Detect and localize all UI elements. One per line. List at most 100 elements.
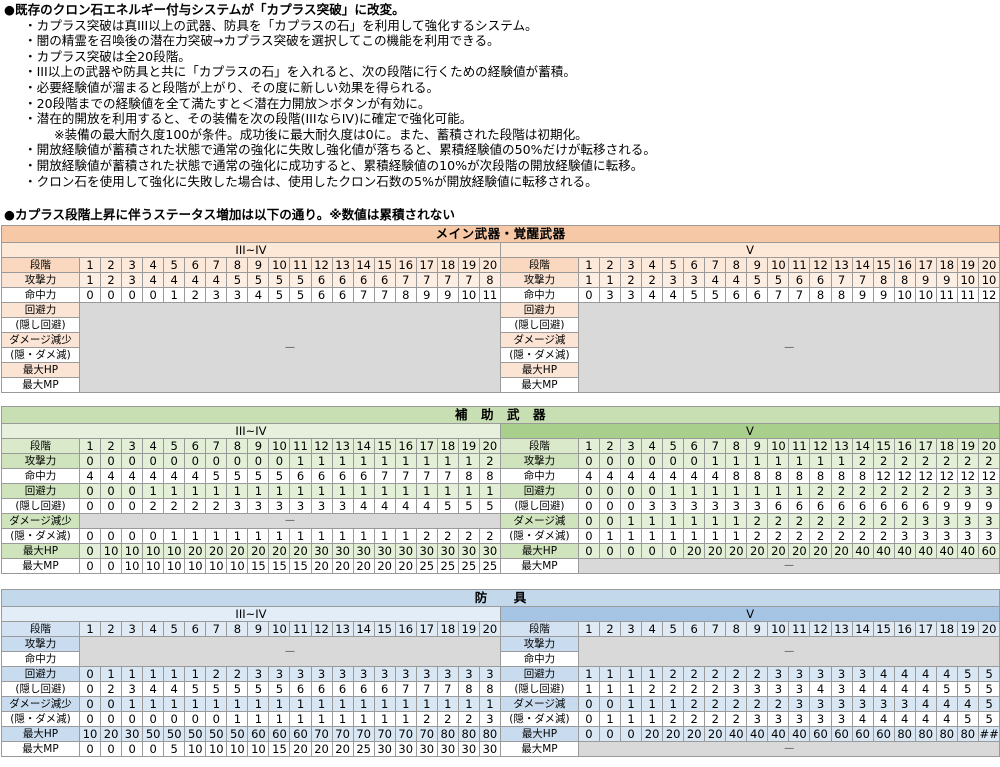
stat-value: 20: [268, 543, 291, 559]
stat-value: 20: [331, 741, 354, 757]
stage-number: 6: [683, 438, 706, 454]
stat-value: 1: [184, 666, 207, 682]
stat-label: 最大MP: [1, 377, 80, 393]
stat-value: 0: [598, 543, 622, 559]
stat-value: 7: [394, 681, 417, 697]
stat-value: 2: [184, 498, 207, 514]
stat-label: 最大HP: [1, 543, 80, 559]
stat-value: 3: [415, 666, 438, 682]
stat-value: 3: [767, 681, 790, 697]
stage-number: 18: [436, 621, 459, 637]
stat-value: 2: [683, 711, 706, 727]
stat-value: 4: [121, 468, 144, 484]
stat-value: 0: [121, 711, 144, 727]
stat-value: 0: [100, 711, 123, 727]
stat-label: 最大MP: [499, 741, 579, 757]
stat-value: 4: [142, 272, 165, 288]
stat-value: 1: [310, 696, 333, 712]
stat-value: 70: [394, 726, 417, 742]
stat-value: 0: [78, 453, 102, 469]
stat-value: 2: [767, 696, 790, 712]
stat-value: 4: [662, 287, 685, 303]
stat-value: 0: [121, 453, 144, 469]
stat-value: 0: [78, 696, 102, 712]
stat-value: 0: [598, 498, 622, 514]
stat-label: 命中力: [1, 651, 80, 667]
stat-value: 2: [478, 528, 501, 544]
stat-value: 20: [641, 726, 664, 742]
stat-value: 0: [142, 711, 165, 727]
stat-label: 攻撃力: [1, 453, 80, 469]
stat-value: 25: [436, 558, 459, 574]
stat-value: 2: [436, 528, 459, 544]
stage-number: 5: [662, 621, 685, 637]
stat-value: 2: [457, 711, 480, 727]
stage-number: 13: [331, 438, 354, 454]
stat-value: 0: [78, 483, 102, 499]
stage-number: 17: [415, 621, 438, 637]
stage-number: 1: [78, 257, 102, 273]
stat-value: 30: [352, 543, 375, 559]
note-line: ※装備の最大耐久度100が条件。成功後に最大耐久度は0に。また、蓄積された段階は…: [54, 126, 588, 142]
stat-value: 4: [851, 681, 874, 697]
stat-value: 6: [809, 498, 832, 514]
stat-value: 3: [767, 711, 790, 727]
stat-value: 3: [226, 287, 249, 303]
stat-value: 30: [457, 543, 480, 559]
stat-value: 3: [289, 666, 312, 682]
stat-value: 1: [289, 453, 312, 469]
stat-value: 2: [100, 681, 123, 697]
stat-value: 1: [331, 528, 354, 544]
stat-value: 1: [247, 711, 270, 727]
stat-value: 1: [662, 483, 685, 499]
stat-value: 80: [935, 726, 958, 742]
stat-value: 0: [620, 498, 643, 514]
stat-value: 2: [788, 528, 811, 544]
stage-number: 7: [704, 621, 727, 637]
stat-value: 1: [142, 666, 165, 682]
stat-value: 8: [457, 468, 480, 484]
stage-number: 17: [415, 438, 438, 454]
stat-value: 2: [851, 483, 874, 499]
stat-value: 2: [226, 666, 249, 682]
stat-value: 1: [184, 696, 207, 712]
stat-value: 3: [310, 498, 333, 514]
note-line: ・闇の精霊を召喚後の潜在力突破→カプラス突破を選択してこの機能を利用できる。: [24, 33, 500, 49]
stat-value: 3: [121, 681, 144, 697]
stat-value: 1: [436, 453, 459, 469]
stat-value: 5: [977, 681, 1000, 697]
stat-value: 4: [704, 272, 727, 288]
stat-value: 1: [289, 696, 312, 712]
stage-number: 3: [620, 438, 643, 454]
stat-value: 2: [809, 483, 832, 499]
stat-label: 回避力: [499, 483, 579, 499]
stat-value: 1: [598, 681, 622, 697]
stat-value: 0: [100, 498, 123, 514]
stat-value: 6: [914, 498, 937, 514]
stat-value: 1: [620, 681, 643, 697]
stat-value: 0: [620, 726, 643, 742]
stage-number: 2: [100, 621, 123, 637]
stat-value: 3: [788, 696, 811, 712]
stat-value: 4: [935, 696, 958, 712]
stat-value: 1: [289, 528, 312, 544]
stat-value: 6: [872, 498, 895, 514]
stat-value: 0: [598, 513, 622, 529]
stat-value: 2: [956, 453, 979, 469]
stat-value: 2: [163, 498, 186, 514]
stat-value: 4: [872, 711, 895, 727]
stat-label: (隠し回避): [1, 498, 80, 514]
stat-value: 0: [683, 453, 706, 469]
stat-value: 5: [205, 468, 228, 484]
stat-label: 最大HP: [1, 362, 80, 378]
stat-value: 1: [830, 453, 853, 469]
stat-value: 6: [788, 498, 811, 514]
stat-value: 1: [142, 696, 165, 712]
stat-value: 1: [620, 513, 643, 529]
stat-value: 0: [100, 453, 123, 469]
note-line: ・カプラス突破は真III以上の武器、防具を「カプラスの石」を利用して強化するシス…: [24, 17, 538, 33]
stat-value: 4: [956, 696, 979, 712]
stat-value: 40: [893, 543, 916, 559]
stat-value: 3: [977, 528, 1000, 544]
stat-value: 1: [121, 666, 144, 682]
